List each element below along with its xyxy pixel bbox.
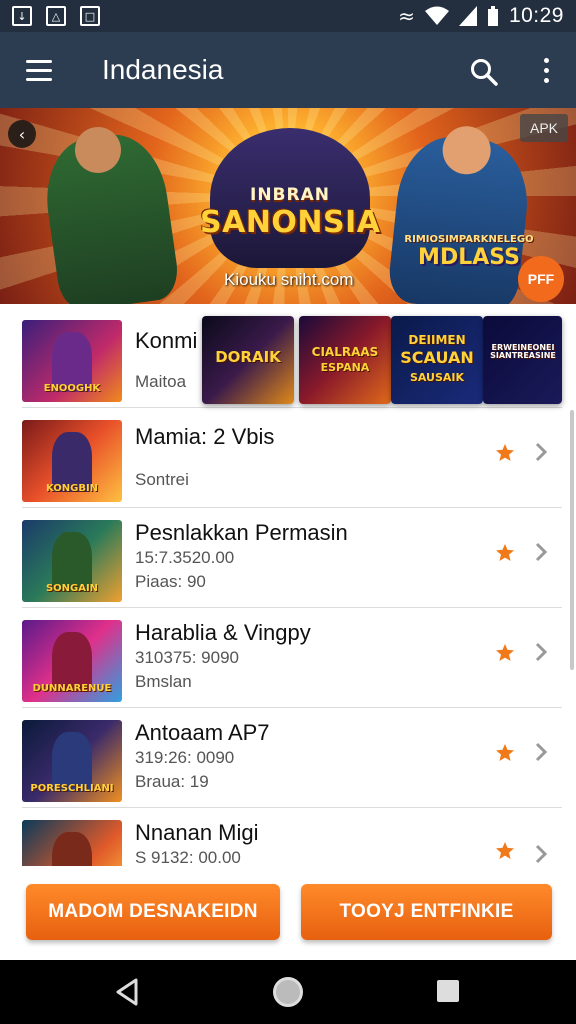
banner-logo-secondary-main: MDLASS xyxy=(418,245,520,270)
list-item-thumbnail: ENOOGHK xyxy=(22,320,122,402)
list-item-subtitle: Sontrei xyxy=(135,470,189,489)
battery-icon xyxy=(487,6,498,26)
vibrate-icon: ≈ xyxy=(398,4,415,28)
thumbnail-caption: SONGAIN xyxy=(45,583,99,594)
list-item-thumbnail: SONGAIN xyxy=(22,520,122,602)
thumbnail-caption: PORESCHLIANI xyxy=(30,783,114,794)
banner-logo: INBRAN SANONSIA xyxy=(200,185,380,240)
system-nav-bar xyxy=(0,960,576,1024)
search-icon[interactable] xyxy=(470,58,498,86)
chevron-right-icon[interactable] xyxy=(534,844,548,864)
image-icon: △ xyxy=(46,6,66,26)
more-vert-icon[interactable] xyxy=(536,58,556,86)
popup-card[interactable]: DORAIK xyxy=(202,316,294,404)
list-item-detail: Braua: 19 xyxy=(135,772,209,791)
star-icon[interactable] xyxy=(496,744,514,762)
banner-logo-secondary: RIMIOSIMPARKNELEGO MDLASS xyxy=(404,234,534,270)
chevron-right-icon[interactable] xyxy=(534,442,548,462)
home-icon[interactable] xyxy=(273,977,303,1007)
list-item-title: Harablia & Vingpy xyxy=(135,620,311,645)
thumbnail-caption: ENOOGHK xyxy=(43,383,101,394)
list-item-detail: Piaas: 90 xyxy=(135,572,206,591)
star-icon[interactable] xyxy=(496,842,514,860)
popup-card[interactable]: CIALRAAS ESPANA xyxy=(299,316,391,404)
list-item-title: Antoaam AP7 xyxy=(135,720,270,745)
popup-card-text: ERWEINEONEISIANTREASINE xyxy=(490,343,556,361)
list-item-subtitle: Maitoa xyxy=(135,372,187,391)
back-icon[interactable] xyxy=(114,978,140,1006)
app-bar: Indanesia xyxy=(0,32,576,108)
recent-apps-icon[interactable] xyxy=(437,980,459,1002)
list-item-subtitle: S 9132: 00.00 xyxy=(135,848,241,866)
list-item-thumbnail xyxy=(22,820,122,866)
list-item-title: Pesnlakkan Permasin xyxy=(135,520,348,545)
star-icon[interactable] xyxy=(496,644,514,662)
popup-card-text-main: SCAUAN xyxy=(400,348,474,367)
popup-card[interactable]: ERWEINEONEISIANTREASINE xyxy=(483,316,562,404)
action-buttons: MADOM DESNAKEIDN TOOYJ ENTFINKIE xyxy=(0,866,576,960)
list-item-subtitle: 310375: 9090 xyxy=(135,648,239,667)
status-bar: ↓ △ □ ≈ 10:29 xyxy=(0,0,576,32)
notification-icon: □ xyxy=(80,6,100,26)
list-item-subtitle: 319:26: 0090 xyxy=(135,748,235,767)
list-item-thumbnail: DUNNARENUE xyxy=(22,620,122,702)
list-item[interactable]: PORESCHLIANI Antoaam AP7 319:26: 0090 Br… xyxy=(22,708,562,808)
signal-icon xyxy=(458,6,477,26)
secondary-action-button[interactable]: TOOYJ ENTFINKIE xyxy=(301,884,552,940)
thumbnail-caption: DUNNARENUE xyxy=(32,683,112,694)
popup-card[interactable]: DEIIMEN SCAUAN SAUSAIK xyxy=(391,316,483,404)
popup-card-text-bottom: ESPANA xyxy=(320,361,370,374)
banner-logo-secondary-small: RIMIOSIMPARKNELEGO xyxy=(404,234,534,245)
list-item-title: Mamia: 2 Vbis xyxy=(135,424,275,449)
primary-action-button[interactable]: MADOM DESNAKEIDN xyxy=(26,884,280,940)
list-item[interactable]: DUNNARENUE Harablia & Vingpy 310375: 909… xyxy=(22,608,562,708)
pff-badge[interactable]: PFF xyxy=(518,256,564,302)
thumbnail-caption: KONGBIN xyxy=(45,483,99,494)
list-item-title: Nnanan Migi xyxy=(135,820,259,845)
chevron-right-icon[interactable] xyxy=(534,642,548,662)
wifi-icon xyxy=(424,6,449,25)
thumbnail-figure xyxy=(52,832,92,866)
list-item[interactable]: KONGBIN Mamia: 2 Vbis Sontrei xyxy=(22,408,562,508)
apk-tag: APK xyxy=(520,114,568,142)
list-item[interactable]: SONGAIN Pesnlakkan Permasin 15:7.3520.00… xyxy=(22,508,562,608)
list-item-thumbnail: KONGBIN xyxy=(22,420,122,502)
banner-site-text: Kiouku sniht.com xyxy=(224,270,354,289)
list-item-title: Konmi xyxy=(135,328,198,353)
popup-card-text: DORAIK xyxy=(215,348,281,366)
download-icon: ↓ xyxy=(12,6,32,26)
list-item[interactable]: Nnanan Migi S 9132: 00.00 xyxy=(22,808,562,866)
status-bar-right: ≈ 10:29 xyxy=(398,4,564,28)
status-bar-left: ↓ △ □ xyxy=(12,6,100,26)
banner-back-icon[interactable]: ‹ xyxy=(8,120,36,148)
popup-card-text-top: CIALRAAS xyxy=(311,345,379,359)
status-time: 10:29 xyxy=(508,4,564,27)
menu-icon[interactable] xyxy=(26,60,52,82)
banner-logo-top: INBRAN xyxy=(250,185,330,205)
popup-card-text-bottom: SAUSAIK xyxy=(409,371,465,384)
star-icon[interactable] xyxy=(496,444,514,462)
chevron-right-icon[interactable] xyxy=(534,542,548,562)
list-scrollbar[interactable] xyxy=(570,410,574,670)
popup-card-text-top: DEIIMEN xyxy=(408,333,466,347)
list-item-thumbnail: PORESCHLIANI xyxy=(22,720,122,802)
popup-cards: DORAIK CIALRAAS ESPANA DEIIMEN SCAUAN SA… xyxy=(202,316,562,404)
list-item-subtitle: 15:7.3520.00 xyxy=(135,548,235,567)
list-item-detail: Bmslan xyxy=(135,672,192,691)
banner-logo-main: SANONSIA xyxy=(200,205,381,240)
page-title: Indanesia xyxy=(102,54,224,85)
promo-banner[interactable]: INBRAN SANONSIA Kiouku sniht.com RIMIOSI… xyxy=(0,108,576,304)
star-icon[interactable] xyxy=(496,544,514,562)
chevron-right-icon[interactable] xyxy=(534,742,548,762)
